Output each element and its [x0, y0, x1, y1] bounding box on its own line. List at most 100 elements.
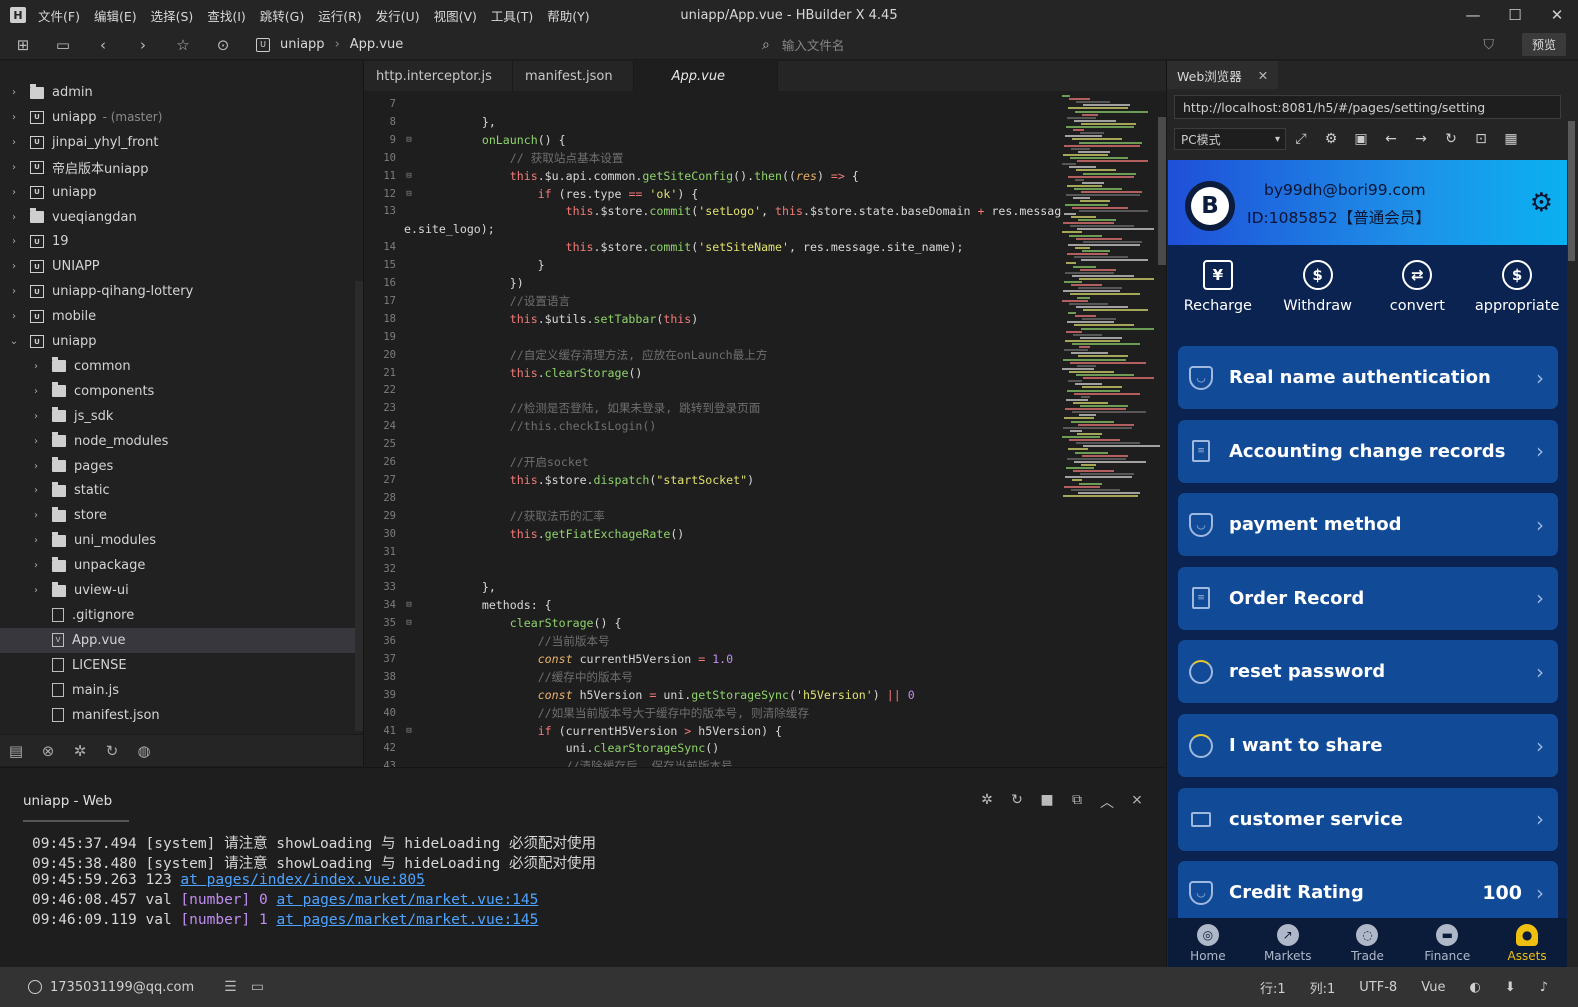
tree-item[interactable]: › js_sdk [0, 404, 355, 429]
withdraw-button[interactable]: $ Withdraw [1268, 260, 1368, 330]
editor-tab[interactable]: http.interceptor.js [364, 61, 513, 91]
mode-select[interactable]: PC模式 [1174, 128, 1286, 150]
chat-icon[interactable]: ◐ [1469, 980, 1480, 995]
stop-icon[interactable]: ■ [1032, 792, 1062, 812]
language-mode[interactable]: Vue [1421, 980, 1445, 995]
file-search[interactable]: ⌕ 输入文件名 [762, 35, 844, 54]
fold-icon[interactable]: ⊟ [402, 618, 416, 628]
new-file-icon[interactable]: ⊞ [6, 31, 40, 59]
chevron-up-icon[interactable]: ︿ [1092, 792, 1122, 812]
tree-item[interactable]: › uview-ui [0, 578, 355, 603]
close-icon[interactable]: ✕ [1258, 68, 1268, 83]
tree-item[interactable]: › vueqiangdan [0, 205, 355, 230]
settings-item[interactable]: I want to share › [1178, 714, 1558, 777]
tree-item[interactable]: ⌄ Uuniapp [0, 329, 355, 354]
minimap[interactable] [1058, 95, 1160, 505]
tree-item[interactable]: manifest.json [0, 703, 355, 728]
tree-item[interactable]: › node_modules [0, 429, 355, 454]
settings-item[interactable]: ≡ Order Record › [1178, 566, 1558, 630]
outline-icon[interactable]: ☰ [224, 979, 237, 995]
lock-icon[interactable]: ⊡ [1466, 131, 1496, 147]
git-icon[interactable]: ↻ [96, 742, 128, 760]
app-tab-assets[interactable]: ● Assets [1487, 918, 1567, 967]
menu-item[interactable]: 运行(R) [318, 9, 361, 24]
save-icon[interactable]: ▭ [46, 31, 80, 59]
tree-item[interactable]: › components [0, 379, 355, 404]
preview-button[interactable]: 预览 [1521, 33, 1566, 56]
settings-item[interactable]: ◡ Credit Rating 100 › [1178, 861, 1558, 925]
file-search-placeholder[interactable]: 输入文件名 [782, 35, 845, 54]
debug-icon[interactable]: ✲ [64, 742, 96, 760]
qrcode-icon[interactable]: ▦ [1496, 131, 1526, 147]
menu-item[interactable]: 工具(T) [491, 9, 533, 24]
breadcrumb-file[interactable]: App.vue [350, 37, 403, 52]
bell-icon[interactable]: ♪ [1540, 980, 1548, 995]
menu-item[interactable]: 查找(I) [207, 9, 245, 24]
menu-item[interactable]: 发行(U) [376, 9, 420, 24]
explorer-scrollbar[interactable] [355, 281, 363, 731]
close-icon[interactable]: ✕ [1536, 0, 1578, 30]
tree-item[interactable]: › Uuniapp [0, 180, 355, 205]
tree-item[interactable]: › U 帝启版本uniapp [0, 155, 355, 180]
menu-item[interactable]: 跳转(G) [260, 9, 304, 24]
menu-item[interactable]: 帮助(Y) [547, 9, 589, 24]
cursor-col[interactable]: 列:1 [1310, 978, 1336, 997]
app-tab-trade[interactable]: ◌ Trade [1328, 918, 1408, 967]
editor-scrollbar[interactable] [1158, 117, 1166, 265]
menu-item[interactable]: 文件(F) [38, 9, 80, 24]
run-icon[interactable]: ⊙ [206, 31, 240, 59]
fold-icon[interactable]: ⊟ [402, 726, 416, 736]
convert-button[interactable]: ⇄ convert [1368, 260, 1468, 330]
open-external-icon[interactable]: ⧉ [1062, 792, 1092, 812]
tree-item[interactable]: › common [0, 354, 355, 379]
filter-icon[interactable]: ⛉ [1483, 37, 1494, 53]
cursor-line[interactable]: 行:1 [1260, 978, 1286, 997]
settings-item[interactable]: reset password › [1178, 640, 1558, 704]
devtools-icon[interactable]: ▣ [1346, 131, 1376, 147]
tree-item[interactable]: › Uuniapp - (master) [0, 105, 355, 130]
browser-tab[interactable]: Web浏览器 ✕ [1167, 61, 1279, 89]
browser-scrollbar[interactable] [1568, 121, 1575, 261]
tree-item[interactable]: › admin [0, 80, 355, 105]
app-tab-markets[interactable]: ↗ Markets [1248, 918, 1328, 967]
breadcrumb-project[interactable]: uniapp [280, 37, 325, 52]
web-icon[interactable]: ◍ [128, 742, 160, 760]
restart-icon[interactable]: ↻ [1002, 792, 1032, 812]
tree-item[interactable]: › U UNIAPP [0, 254, 355, 279]
tree-item[interactable]: › Uuniapp-qihang-lottery [0, 279, 355, 304]
menu-item[interactable]: 编辑(E) [94, 9, 137, 24]
settings-item[interactable]: ≡ Accounting change records › [1178, 419, 1558, 483]
encoding[interactable]: UTF-8 [1359, 980, 1397, 995]
fold-icon[interactable]: ⊟ [402, 600, 416, 610]
refresh-icon[interactable]: ↻ [1436, 131, 1466, 147]
log-source-link[interactable]: at pages/market/market.vue:145 [276, 892, 538, 908]
tree-item[interactable]: › Ujinpai_yhyl_front [0, 130, 355, 155]
clear-console-icon[interactable]: ⨯ [1122, 792, 1152, 812]
tree-item[interactable]: › Umobile [0, 304, 355, 329]
tree-item[interactable]: › U 19 [0, 229, 355, 254]
tree-item[interactable]: LICENSE [0, 653, 355, 678]
console-tab[interactable]: uniapp - Web [23, 793, 112, 809]
recharge-button[interactable]: ¥ Recharge [1168, 260, 1268, 330]
rotate-icon[interactable]: ⤢ [1286, 131, 1316, 147]
editor-tab[interactable]: manifest.json [513, 61, 634, 91]
star-icon[interactable]: ☆ [166, 31, 200, 59]
tree-item[interactable]: › pages [0, 454, 355, 479]
fold-icon[interactable]: ⊟ [402, 171, 416, 181]
settings-icon[interactable]: ⚙ [1316, 131, 1346, 147]
settings-item[interactable]: customer service › [1178, 787, 1558, 851]
back-icon[interactable]: ← [1376, 131, 1406, 147]
fold-icon[interactable]: ⊟ [402, 135, 416, 145]
forward-icon[interactable]: › [126, 31, 160, 59]
editor-tab[interactable]: App.vue [633, 61, 779, 91]
tree-item[interactable]: › store [0, 503, 355, 528]
code-area[interactable]: 7 8 }, 9 ⊟ onLaunch() {10 // 获取站点基本设置 11 ⊟ th… [364, 95, 1064, 767]
folder-view-icon[interactable]: ▤ [0, 742, 32, 760]
app-tab-home[interactable]: ◎ Home [1168, 918, 1248, 967]
tree-item[interactable]: main.js [0, 678, 355, 703]
settings-item[interactable]: ◡ Real name authentication › [1178, 346, 1558, 409]
forward-icon[interactable]: → [1406, 131, 1436, 147]
menu-item[interactable]: 视图(V) [434, 9, 477, 24]
back-icon[interactable]: ‹ [86, 31, 120, 59]
log-source-link[interactable]: at pages/market/market.vue:145 [276, 912, 538, 928]
